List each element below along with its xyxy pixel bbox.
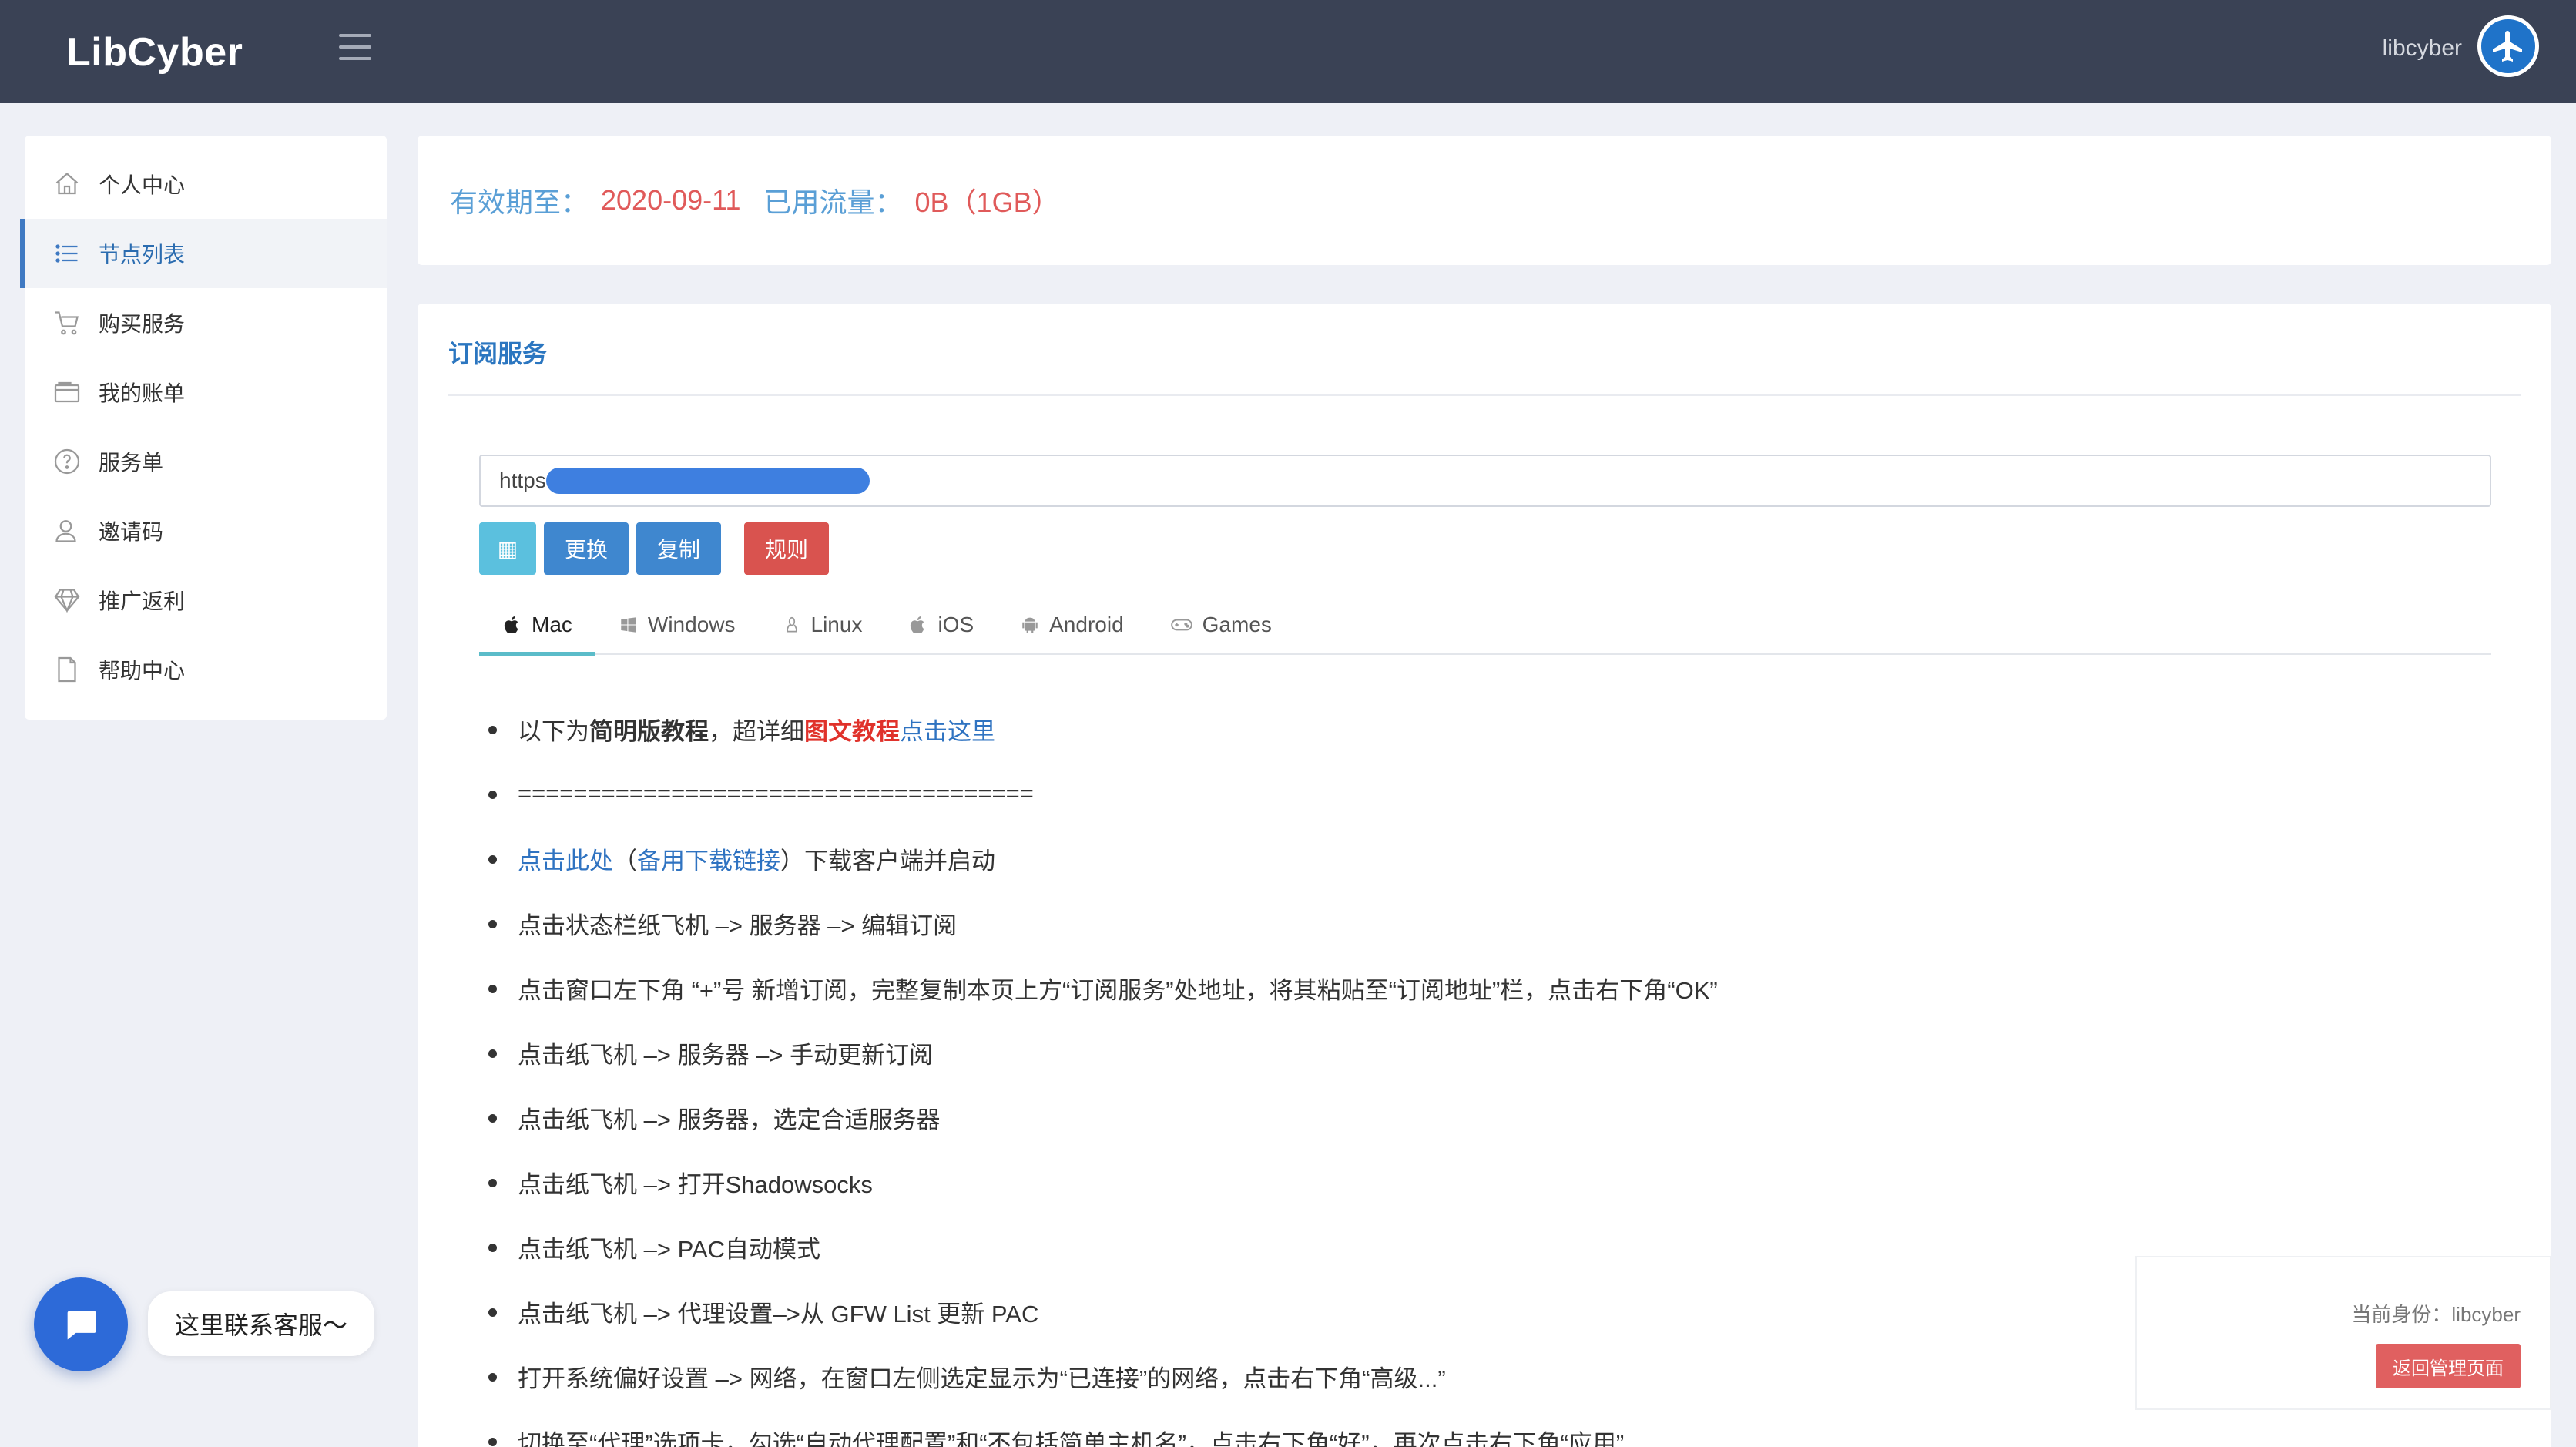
current-identity: 当前身份：libcyber <box>2351 1303 2521 1326</box>
tab-ios[interactable]: iOS <box>885 595 997 655</box>
sidebar-item-nodes[interactable]: 节点列表 <box>20 219 387 288</box>
list-item: 打开系统偏好设置 –> 网络，在窗口左侧选定显示为“已连接”的网络，点击右下角“… <box>479 1344 1718 1408</box>
account-info-card: 有效期至： 2020-09-11 已用流量： 0B（1GB） <box>418 136 2551 265</box>
click-here-link[interactable]: 点击这里 <box>900 712 995 747</box>
sidebar-item-label: 邀请码 <box>99 520 164 544</box>
diamond-icon <box>52 586 82 615</box>
chat-icon <box>67 1311 96 1340</box>
sidebar-item-label: 服务单 <box>99 451 164 475</box>
tab-windows[interactable]: Windows <box>595 595 759 655</box>
sidebar-item-tickets[interactable]: 服务单 <box>25 427 387 496</box>
rules-button[interactable]: 规则 <box>744 522 829 575</box>
list-item: 以下为 简明版教程 ，超详细 图文教程 点击这里 <box>479 697 1718 761</box>
sidebar-item-label: 推广返利 <box>99 589 186 613</box>
sidebar-item-shop[interactable]: 购买服务 <box>25 288 387 358</box>
tab-mac[interactable]: Mac <box>479 595 595 656</box>
cart-icon <box>52 308 82 337</box>
home-icon <box>52 170 82 199</box>
sidebar-item-label: 节点列表 <box>99 243 186 267</box>
platform-tabs: Mac Windows Linux iOS Android Games <box>479 595 2491 656</box>
list-item: 点击纸飞机 –> 服务器 –> 手动更新订阅 <box>479 1020 1718 1085</box>
subscription-url-input[interactable]: https <box>479 455 2491 507</box>
list-item: 点击窗口左下角 “+”号 新增订阅，完整复制本页上方“订阅服务”处地址，将其粘贴… <box>479 955 1718 1020</box>
tab-android[interactable]: Android <box>997 595 1147 655</box>
admin-panel: 当前身份：libcyber 返回管理页面 <box>2135 1256 2551 1410</box>
user-icon <box>52 516 82 546</box>
tab-linux[interactable]: Linux <box>759 595 886 655</box>
expiry-label: 有效期至： <box>450 186 589 218</box>
brand-logo[interactable]: LibCyber <box>66 29 243 76</box>
apple-icon <box>908 615 928 635</box>
detailed-tutorial-link[interactable]: 图文教程 <box>804 712 900 747</box>
question-icon <box>52 447 82 476</box>
list-item: 点击纸飞机 –> 服务器，选定合适服务器 <box>479 1085 1718 1150</box>
tutorial-steps: 以下为 简明版教程 ，超详细 图文教程 点击这里 ===================… <box>479 697 1718 1447</box>
menu-toggle-icon[interactable] <box>339 34 371 60</box>
copy-button[interactable]: 复制 <box>636 522 721 575</box>
back-to-admin-button[interactable]: 返回管理页面 <box>2376 1344 2521 1388</box>
expiry-value: 2020-09-11 <box>601 184 741 216</box>
sidebar-item-label: 帮助中心 <box>99 659 186 683</box>
tab-games[interactable]: Games <box>1147 595 1295 655</box>
list-item: 点击纸飞机 –> 代理设置–>从 GFW List 更新 PAC <box>479 1279 1718 1344</box>
android-icon <box>1020 615 1040 635</box>
divider <box>448 394 2521 396</box>
chat-button[interactable] <box>34 1277 128 1371</box>
airplane-icon <box>2493 31 2522 62</box>
document-icon <box>52 655 82 684</box>
user-avatar[interactable] <box>2477 15 2539 77</box>
traffic-value: 0B（1GB） <box>914 186 1060 218</box>
gamepad-icon <box>1170 615 1193 635</box>
section-title: 订阅服务 <box>448 340 548 368</box>
traffic-label: 已用流量： <box>763 186 903 218</box>
list-icon <box>52 239 82 268</box>
wallet-icon <box>52 378 82 407</box>
list-item: 点击纸飞机 –> 打开Shadowsocks <box>479 1150 1718 1214</box>
sidebar-item-profile[interactable]: 个人中心 <box>25 149 387 219</box>
list-item: 点击纸飞机 –> PAC自动模式 <box>479 1214 1718 1279</box>
list-item: 点击状态栏纸飞机 –> 服务器 –> 编辑订阅 <box>479 891 1718 955</box>
list-item: 切换至“代理”选项卡，勾选“自动代理配置”和“不包括简单主机名”，点击右下角“好… <box>479 1408 1718 1447</box>
list-item: 点击此处 （备用下载链接 ）下载客户端并启动 <box>479 826 1718 891</box>
action-buttons: ▦ 更换 复制 规则 <box>479 522 829 575</box>
chat-tooltip[interactable]: 这里联系客服～ <box>148 1291 374 1356</box>
sidebar-item-label: 个人中心 <box>99 173 186 197</box>
qr-code-button[interactable]: ▦ <box>479 522 536 575</box>
sidebar-item-help[interactable]: 帮助中心 <box>25 635 387 704</box>
list-item: ===================================== <box>479 761 1718 826</box>
redacted-url <box>545 468 870 494</box>
linux-icon <box>782 615 802 635</box>
top-navbar: LibCyber libcyber <box>0 0 2576 103</box>
url-prefix: https <box>499 468 546 492</box>
sidebar-item-label: 我的账单 <box>99 381 186 405</box>
download-link[interactable]: 点击此处 <box>518 841 613 876</box>
sidebar-item-bills[interactable]: 我的账单 <box>25 358 387 427</box>
sidebar-nav: 个人中心 节点列表 购买服务 我的账单 服务单 邀请码 推广返利 帮助中心 <box>20 136 387 720</box>
backup-download-link[interactable]: 备用下载链接 <box>637 841 780 876</box>
apple-icon <box>502 615 522 635</box>
change-button[interactable]: 更换 <box>544 522 629 575</box>
windows-icon <box>619 615 639 635</box>
user-name[interactable]: libcyber <box>2383 35 2462 62</box>
sidebar-item-referral[interactable]: 推广返利 <box>25 566 387 635</box>
sidebar-item-label: 购买服务 <box>99 312 186 336</box>
sidebar-item-invite[interactable]: 邀请码 <box>25 496 387 566</box>
